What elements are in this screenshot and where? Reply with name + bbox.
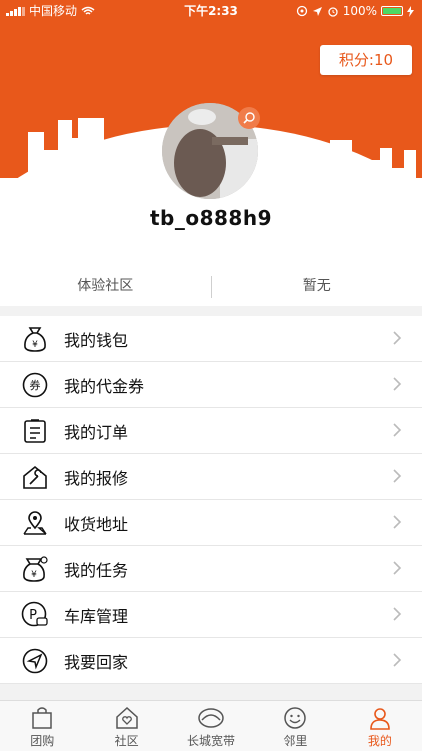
menu-item-wallet[interactable]: ¥ 我的钱包 [0, 316, 422, 362]
home-heart-icon [114, 706, 140, 730]
tab-community[interactable]: 社区 [84, 701, 168, 751]
broadband-logo-icon [197, 706, 225, 730]
tab-label: 邻里 [283, 732, 307, 749]
svg-text:券: 券 [30, 378, 41, 392]
svg-text:P: P [29, 608, 37, 623]
location-icon [20, 508, 50, 538]
chevron-right-icon [392, 330, 402, 346]
menu-label: 我的任务 [64, 557, 128, 581]
menu-label: 我要回家 [64, 649, 128, 673]
menu-item-garage[interactable]: P 车库管理 [0, 592, 422, 638]
svg-text:¥: ¥ [31, 570, 37, 580]
chevron-right-icon [392, 376, 402, 392]
user-icon [368, 706, 392, 730]
charging-icon [407, 6, 414, 17]
menu-item-repair[interactable]: 我的报修 [0, 454, 422, 500]
tab-broadband[interactable]: 长城宽带 [169, 701, 253, 751]
order-icon [20, 416, 50, 446]
menu-item-voucher[interactable]: 券 我的代金券 [0, 362, 422, 408]
tab-neighbors[interactable]: 邻里 [253, 701, 337, 751]
tab-mine[interactable]: 我的 [338, 701, 422, 751]
menu-label: 我的报修 [64, 465, 128, 489]
orientation-lock-icon [296, 5, 308, 17]
navigate-icon [20, 646, 50, 676]
battery-icon [381, 6, 403, 16]
chevron-right-icon [392, 652, 402, 668]
tab-label: 我的 [368, 732, 392, 749]
repair-icon [20, 462, 50, 492]
menu-label: 我的代金券 [64, 373, 144, 397]
menu-item-orders[interactable]: 我的订单 [0, 408, 422, 454]
shopping-bag-icon [30, 706, 54, 730]
points-button[interactable]: 积分:10 [320, 45, 412, 75]
menu-label: 车库管理 [64, 603, 128, 627]
alarm-icon [327, 5, 339, 17]
parking-icon: P [20, 600, 50, 630]
edit-avatar-button[interactable] [238, 107, 260, 129]
menu-label: 收货地址 [64, 511, 128, 535]
chevron-right-icon [392, 468, 402, 484]
voucher-icon: 券 [20, 370, 50, 400]
chevron-right-icon [392, 606, 402, 622]
edit-icon [242, 111, 256, 125]
chevron-right-icon [392, 422, 402, 438]
smile-icon [283, 706, 307, 730]
tab-bar: 团购 社区 长城宽带 邻里 我的 [0, 700, 422, 751]
tab-label: 团购 [30, 732, 54, 749]
menu-item-address[interactable]: 收货地址 [0, 500, 422, 546]
status-bar: 中国移动 下午2:33 100% [0, 0, 422, 22]
task-icon: ¥ [20, 554, 50, 584]
wallet-icon: ¥ [20, 324, 50, 354]
stats-bar: 体验社区 暂无 [0, 266, 422, 306]
menu-item-tasks[interactable]: ¥ 我的任务 [0, 546, 422, 592]
community-stat[interactable]: 体验社区 [0, 266, 211, 306]
username: tb_o888h9 [0, 206, 422, 230]
location-arrow-icon [312, 6, 323, 17]
chevron-right-icon [392, 514, 402, 530]
menu-label: 我的钱包 [64, 327, 128, 351]
tab-group-buy[interactable]: 团购 [0, 701, 84, 751]
tab-label: 长城宽带 [187, 732, 235, 749]
battery-percent: 100% [343, 0, 377, 22]
menu-list: ¥ 我的钱包 券 我的代金券 我的订单 我的报修 收货地址 ¥ 我 [0, 316, 422, 684]
tab-label: 社区 [115, 732, 139, 749]
menu-item-go-home[interactable]: 我要回家 [0, 638, 422, 684]
chevron-right-icon [392, 560, 402, 576]
svg-text:¥: ¥ [32, 340, 38, 350]
menu-label: 我的订单 [64, 419, 128, 443]
profile-header: 中国移动 下午2:33 100% 积分:10 tb_o888h9 [0, 0, 422, 305]
other-stat[interactable]: 暂无 [212, 266, 422, 306]
